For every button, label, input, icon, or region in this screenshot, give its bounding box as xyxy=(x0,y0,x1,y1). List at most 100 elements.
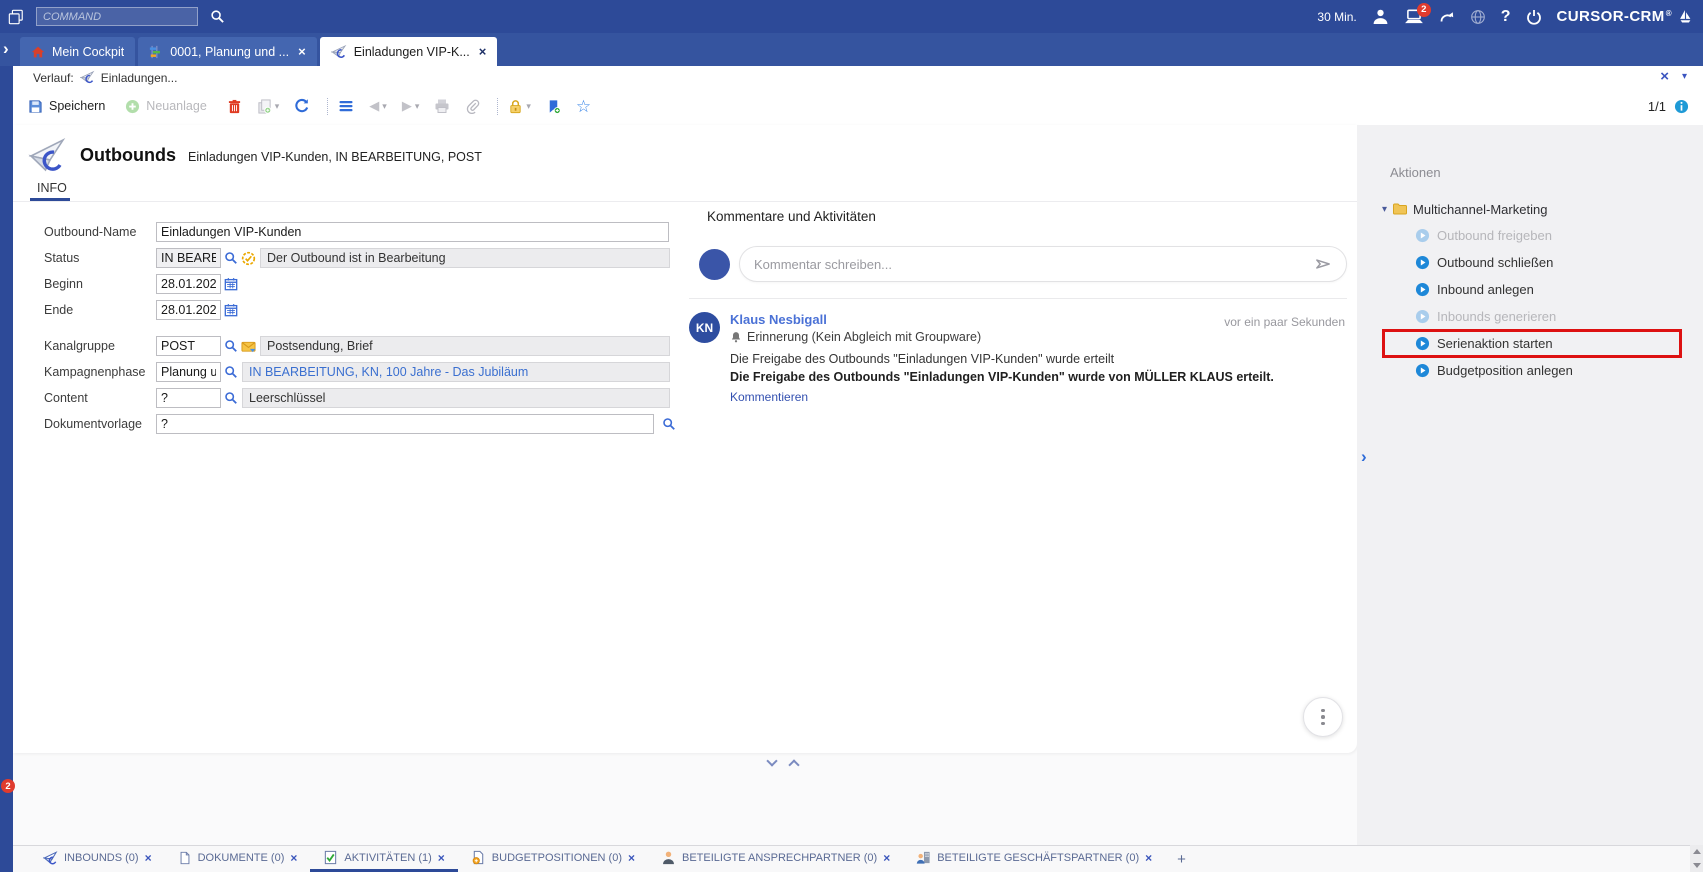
comment-input[interactable] xyxy=(754,257,1314,272)
chevron-down-icon[interactable] xyxy=(766,755,777,766)
close-tab-icon[interactable]: × xyxy=(145,851,152,865)
expand-sidebar-icon[interactable]: › xyxy=(1361,447,1367,467)
command-input[interactable] xyxy=(36,7,198,26)
close-tab-icon[interactable]: × xyxy=(883,851,890,865)
actions-panel-title: Aktionen xyxy=(1390,165,1703,180)
close-tab-icon[interactable]: × xyxy=(479,44,487,59)
chevron-down-icon[interactable]: ▾ xyxy=(275,101,280,112)
tab-label: DOKUMENTE (0) xyxy=(198,852,285,864)
tab-label: AKTIVITÄTEN (1) xyxy=(344,852,431,864)
favorite-star-icon[interactable]: ☆ xyxy=(576,98,591,115)
action-outbound-freigeben[interactable]: Outbound freigeben xyxy=(1382,222,1684,249)
bottom-notification-badge[interactable]: 2 xyxy=(1,779,15,793)
start-date-input[interactable] xyxy=(156,274,221,294)
new-record-button[interactable]: Neuanlage xyxy=(125,99,206,114)
tab-dokumente[interactable]: DOKUMENTE (0) × xyxy=(165,846,311,872)
tab-mein-cockpit[interactable]: Mein Cockpit xyxy=(20,37,135,66)
history-entry[interactable]: Einladungen... xyxy=(101,71,178,85)
tab-beteiligte-ansprechpartner[interactable]: BETEILIGTE ANSPRECHPARTNER (0) × xyxy=(648,846,903,872)
channel-group-input[interactable] xyxy=(156,336,221,356)
close-view-icon[interactable]: × xyxy=(1660,68,1669,85)
new-record-label: Neuanlage xyxy=(146,99,206,113)
close-tab-icon[interactable]: × xyxy=(438,851,445,865)
field-label: Kanalgruppe xyxy=(44,339,156,353)
content-input[interactable] xyxy=(156,388,221,408)
activity-check-icon xyxy=(323,850,338,865)
bell-icon xyxy=(730,331,742,343)
tab-einladungen[interactable]: Einladungen VIP-K... × xyxy=(320,37,498,66)
form-row-content: Content Leerschlüssel xyxy=(44,387,670,409)
chevron-up-icon[interactable] xyxy=(788,759,799,770)
send-icon[interactable] xyxy=(1314,255,1332,273)
search-icon[interactable] xyxy=(224,391,238,405)
chevron-down-icon[interactable]: ▾ xyxy=(1682,71,1687,82)
tab-beteiligte-geschaeftspartner[interactable]: BETEILIGTE GESCHÄFTSPARTNER (0) × xyxy=(903,846,1165,872)
status-input[interactable] xyxy=(156,248,221,268)
calendar-icon[interactable] xyxy=(224,303,238,317)
search-icon[interactable] xyxy=(662,417,676,431)
close-tab-icon[interactable]: × xyxy=(298,44,306,59)
tab-budgetpositionen[interactable]: BUDGETPOSITIONEN (0) × xyxy=(458,846,648,872)
chevron-down-icon[interactable]: ▾ xyxy=(1382,204,1387,215)
chevron-down-icon[interactable]: ▾ xyxy=(526,101,531,112)
calendar-icon[interactable] xyxy=(224,277,238,291)
save-button[interactable]: Speichern xyxy=(28,99,105,114)
action-outbound-schliessen[interactable]: Outbound schließen xyxy=(1382,249,1684,276)
scroll-down-icon[interactable] xyxy=(1693,863,1701,868)
info-icon[interactable] xyxy=(1674,99,1689,114)
campaign-phase-input[interactable] xyxy=(156,362,221,382)
action-budgetposition-anlegen[interactable]: Budgetposition anlegen xyxy=(1382,357,1684,384)
tab-scrollbar[interactable] xyxy=(1690,845,1703,872)
end-date-input[interactable] xyxy=(156,300,221,320)
brand-text: CURSOR-CRM xyxy=(1557,8,1665,25)
globe-icon[interactable] xyxy=(1470,9,1486,25)
field-label: Dokumentvorlage xyxy=(44,417,156,431)
chevron-down-icon[interactable]: ▾ xyxy=(415,101,420,112)
search-icon[interactable] xyxy=(210,9,225,24)
collapse-nav-icon[interactable]: › xyxy=(3,40,9,57)
tab-aktivitaeten[interactable]: AKTIVITÄTEN (1) × xyxy=(310,846,457,872)
comment-reply-link[interactable]: Kommentieren xyxy=(730,390,1274,404)
windows-icon[interactable] xyxy=(8,9,24,25)
action-label: Inbound anlegen xyxy=(1437,282,1534,297)
close-tab-icon[interactable]: × xyxy=(628,851,635,865)
action-inbound-anlegen[interactable]: Inbound anlegen xyxy=(1382,276,1684,303)
user-icon[interactable] xyxy=(1372,8,1389,25)
notifications-icon[interactable]: 2 xyxy=(1404,9,1424,25)
print-button[interactable] xyxy=(434,98,450,114)
tab-info[interactable]: INFO xyxy=(37,181,67,195)
close-tab-icon[interactable]: × xyxy=(290,851,297,865)
power-icon[interactable] xyxy=(1526,9,1542,25)
close-tab-icon[interactable]: × xyxy=(1145,851,1152,865)
refresh-button[interactable] xyxy=(294,98,310,114)
field-label: Kampagnenphase xyxy=(44,365,156,379)
attachment-icon[interactable] xyxy=(465,99,480,114)
delete-button[interactable] xyxy=(227,99,242,114)
document-template-input[interactable] xyxy=(156,414,654,434)
chevron-down-icon[interactable]: ▾ xyxy=(382,101,387,112)
menu-button[interactable] xyxy=(338,98,354,114)
action-inbounds-generieren[interactable]: Inbounds generieren xyxy=(1382,303,1684,330)
next-record-button[interactable]: ▶ ▾ xyxy=(402,98,420,114)
action-serienaktion-starten[interactable]: Serienaktion starten xyxy=(1382,330,1684,357)
add-tab-button[interactable]: + xyxy=(1165,851,1198,868)
action-group-multichannel[interactable]: ▾ Multichannel-Marketing xyxy=(1382,196,1684,222)
duplicate-button[interactable]: ▾ xyxy=(257,99,280,114)
search-icon[interactable] xyxy=(224,339,238,353)
search-icon[interactable] xyxy=(224,251,238,265)
redo-icon[interactable] xyxy=(1439,9,1455,25)
lock-button[interactable]: ▾ xyxy=(508,99,531,114)
help-icon[interactable]: ? xyxy=(1501,8,1511,26)
scroll-up-icon[interactable] xyxy=(1693,849,1701,854)
collapsed-nav-strip[interactable] xyxy=(0,66,13,872)
search-icon[interactable] xyxy=(224,365,238,379)
tab-kampagne[interactable]: 0001, Planung und ... × xyxy=(138,37,316,66)
tab-inbounds[interactable]: INBOUNDS (0) × xyxy=(30,846,165,872)
form-row-beginn: Beginn xyxy=(44,273,670,295)
bookmark-add-button[interactable] xyxy=(546,99,561,114)
more-options-button[interactable] xyxy=(1303,697,1343,737)
comment-author-link[interactable]: Klaus Nesbigall xyxy=(730,312,1274,327)
campaign-phase-link[interactable]: IN BEARBEITUNG, KN, 100 Jahre - Das Jubi… xyxy=(242,362,670,382)
outbound-name-input[interactable] xyxy=(156,222,669,242)
prev-record-button[interactable]: ◀ ▾ xyxy=(369,98,387,114)
